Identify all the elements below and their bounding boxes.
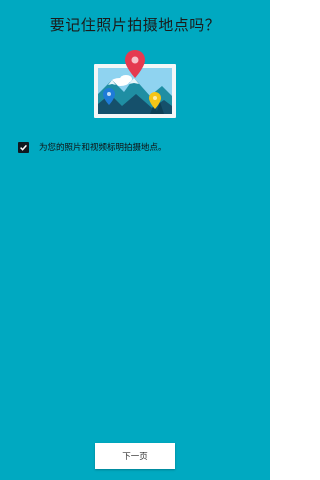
photo-with-location-pins-icon (90, 48, 180, 120)
checkmark-icon (20, 144, 27, 151)
next-button[interactable]: 下一页 (95, 443, 175, 469)
location-tag-label: 为您的照片和视频标明拍摄地点。 (39, 143, 167, 153)
location-tag-option[interactable]: 为您的照片和视频标明拍摄地点。 (18, 139, 167, 155)
page-title: 要记住照片拍摄地点吗？ (49, 16, 221, 34)
location-tag-checkbox[interactable] (18, 141, 29, 153)
location-prompt-screen: 要记住照片拍摄地点吗？ 为您的照片和视频标明拍摄地点。 下一页 (0, 0, 270, 480)
